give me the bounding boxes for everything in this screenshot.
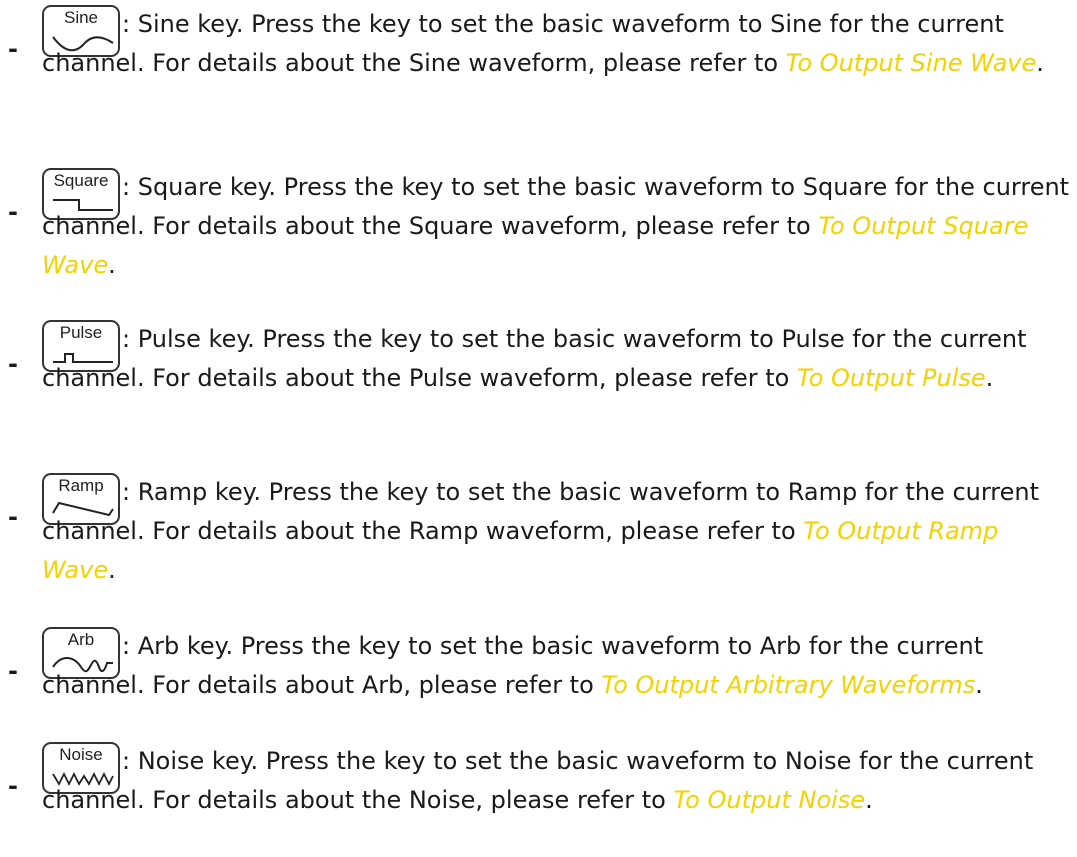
bullet-dash: - [8,503,18,531]
description-end: . [975,671,983,699]
description-end: . [108,556,116,584]
sine-reference-link[interactable]: To Output Sine Wave [786,49,1037,77]
list-item-ramp: - Ramp : Ramp key. Press the key to set … [0,473,1077,613]
description-text: : Noise key. Press the key to set the ba… [42,747,1034,814]
bullet-dash: - [8,350,18,378]
pulse-description: : Pulse key. Press the key to set the ba… [42,320,1072,398]
noise-reference-link[interactable]: To Output Noise [673,786,865,814]
description-end: . [108,251,116,279]
noise-description: : Noise key. Press the key to set the ba… [42,742,1072,820]
description-end: . [985,364,994,392]
description-end: . [865,786,873,814]
sine-description: : Sine key. Press the key to set the bas… [42,5,1072,83]
list-item-noise: - Noise : Noise key. Press the key to se… [0,742,1077,842]
list-item-pulse: - Pulse : Pulse key. Press the key to se… [0,320,1077,460]
bullet-dash: - [8,198,18,226]
arb-description: : Arb key. Press the key to set the basi… [42,627,1072,705]
list-item-sine: - Sine : Sine key. Press the key to set … [0,5,1077,155]
ramp-description: : Ramp key. Press the key to set the bas… [42,473,1072,590]
bullet-dash: - [8,35,18,63]
arb-reference-link[interactable]: To Output Arbitrary Waveforms [601,671,975,699]
description-end: . [1036,49,1044,77]
waveform-keys-document: - Sine : Sine key. Press the key to set … [0,0,1077,857]
pulse-reference-link[interactable]: To Output Pulse [797,364,986,392]
list-item-square: - Square : Square key. Press the key to … [0,168,1077,308]
square-description: : Square key. Press the key to set the b… [42,168,1072,285]
list-item-arb: - Arb : Arb key. Press the key to set th… [0,627,1077,727]
bullet-dash: - [8,657,18,685]
bullet-dash: - [8,772,18,800]
